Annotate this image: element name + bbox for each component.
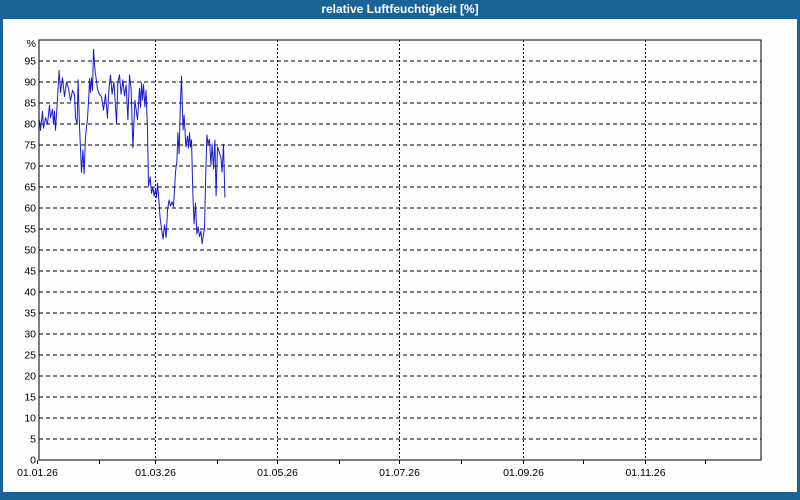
y-axis-label: 20 <box>24 371 36 383</box>
humidity-data-line <box>39 48 226 245</box>
y-axis-label: 25 <box>24 350 36 362</box>
y-axis-label: 30 <box>24 329 36 341</box>
x-axis-label: 01.05.26 <box>257 467 298 479</box>
chart-window: relative Luftfeuchtigkeit [%] 0 5 10 15 20 25… <box>0 0 800 500</box>
y-axis-label: 60 <box>24 203 36 215</box>
y-axis-label: 15 <box>24 392 36 404</box>
y-axis-label: 40 <box>24 287 36 299</box>
y-axis-label: 95 <box>24 56 36 68</box>
y-axis-label: 75 <box>24 140 36 152</box>
y-axis-label: 55 <box>24 224 36 236</box>
y-axis-label: 80 <box>24 119 36 131</box>
y-axis-label: 0 <box>30 455 36 467</box>
y-axis-label: 10 <box>24 413 36 425</box>
y-axis-label: 90 <box>24 77 36 89</box>
y-axis-unit-label: % <box>27 38 36 50</box>
y-axis-label: 5 <box>30 434 36 446</box>
y-axis-label: 85 <box>24 98 36 110</box>
y-axis-label: 70 <box>24 161 36 173</box>
y-axis-label: 45 <box>24 266 36 278</box>
x-axis-label: 01.07.26 <box>379 467 420 479</box>
x-axis-label: 01.09.26 <box>503 467 544 479</box>
humidity-line-chart: 0 5 10 15 20 25 30 35 40 45 50 55 60 65 70 75 80 85 90 95% 0… <box>17 38 762 479</box>
x-axis-label: 01.01.26 <box>17 467 58 479</box>
y-axis-label: 35 <box>24 308 36 320</box>
y-axis-label: 65 <box>24 182 36 194</box>
y-axis-label: 50 <box>24 245 36 257</box>
x-axis-label: 01.03.26 <box>135 467 176 479</box>
x-axis-label: 01.11.26 <box>625 467 665 479</box>
